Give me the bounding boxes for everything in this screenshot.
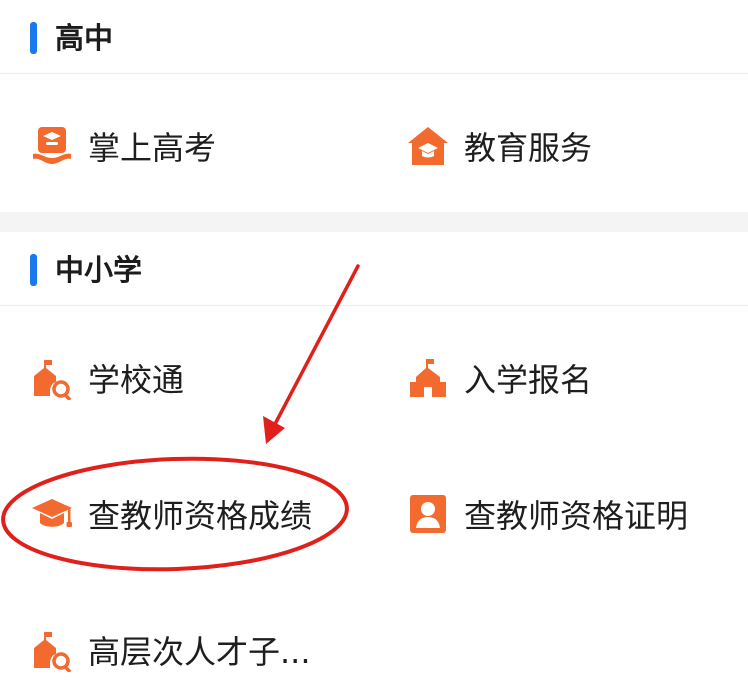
item-teacher-cert-proof[interactable]: 查教师资格证明 xyxy=(406,484,688,544)
section-title: 中小学 xyxy=(55,253,143,287)
school-search-icon xyxy=(30,628,74,672)
person-card-icon xyxy=(406,492,450,536)
item-label: 入学报名 xyxy=(464,361,593,399)
item-zhangshang-gaokao[interactable]: 掌上高考 xyxy=(30,116,216,176)
item-teacher-cert-score[interactable]: 查教师资格成绩 xyxy=(30,484,312,544)
section-primary-middle-school: 中小学 学校通 入学报名 查教师资格成绩 查教师资格证明 高层次人才子... xyxy=(0,232,748,691)
item-education-service[interactable]: 教育服务 xyxy=(406,116,592,176)
section-accent-bar xyxy=(30,22,37,54)
item-label: 教育服务 xyxy=(464,129,593,167)
exam-hand-icon xyxy=(30,124,74,168)
graduation-cap-icon xyxy=(30,492,74,536)
item-high-level-talent[interactable]: 高层次人才子... xyxy=(30,620,311,680)
school-house-icon xyxy=(406,124,450,168)
item-label: 查教师资格证明 xyxy=(464,497,689,535)
item-school-link[interactable]: 学校通 xyxy=(30,348,184,408)
item-enrollment[interactable]: 入学报名 xyxy=(406,348,592,408)
section-header: 高中 xyxy=(0,0,748,74)
section-accent-bar xyxy=(30,254,37,286)
section-high-school: 高中 掌上高考 教育服务 xyxy=(0,0,748,212)
section-header: 中小学 xyxy=(0,232,748,306)
section-title: 高中 xyxy=(55,21,114,55)
item-label: 掌上高考 xyxy=(88,129,217,167)
item-label: 高层次人才子... xyxy=(88,633,311,671)
school-building-icon xyxy=(406,356,450,400)
school-search-icon xyxy=(30,356,74,400)
item-label: 查教师资格成绩 xyxy=(88,497,313,535)
item-label: 学校通 xyxy=(88,361,185,399)
service-list: 高中 掌上高考 教育服务 中小学 学校通 入学报名 查教师资格成绩 查教师资格证… xyxy=(0,0,748,691)
